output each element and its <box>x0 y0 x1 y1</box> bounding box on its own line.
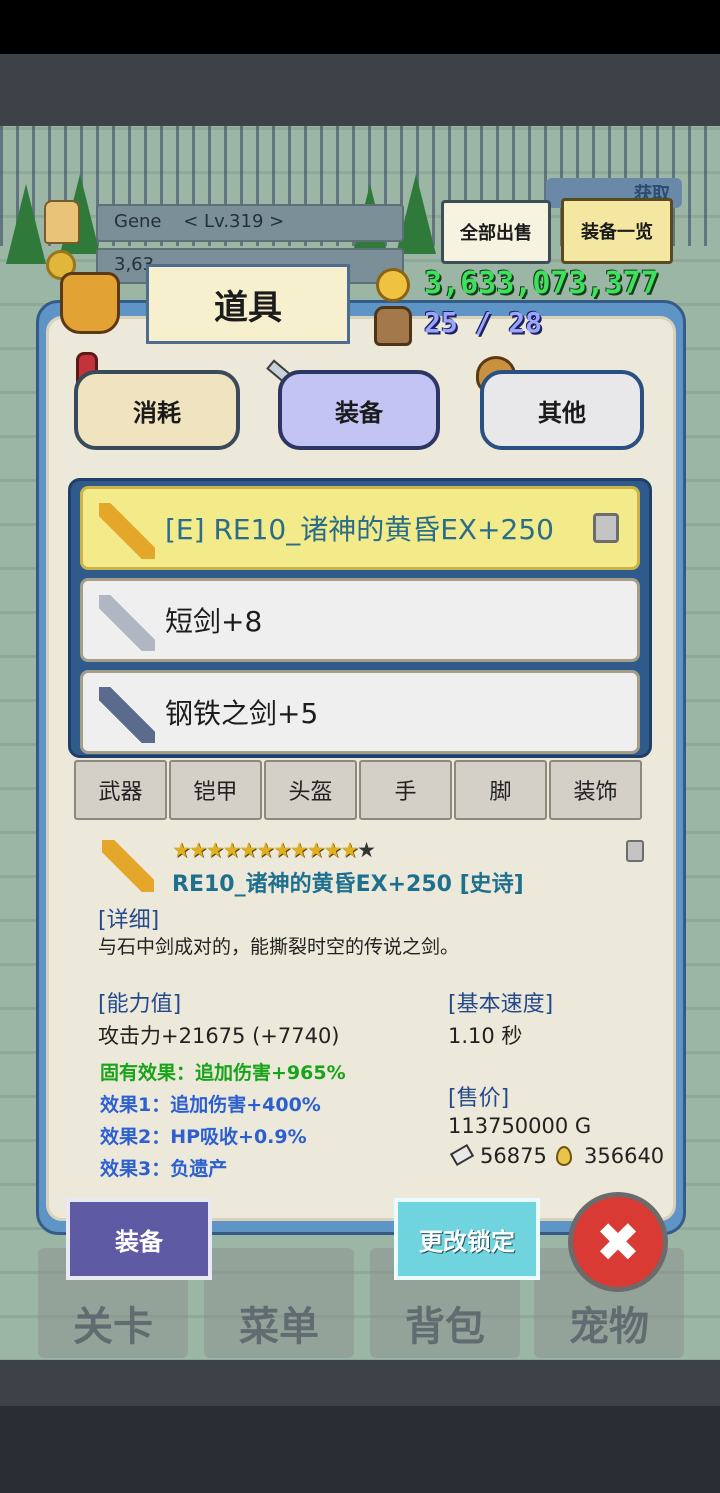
player-name: Gene <box>114 211 162 232</box>
filter-accessory[interactable]: 装饰 <box>549 760 642 820</box>
item-name: 钢铁之剑+5 <box>165 697 319 730</box>
detail-item-name: RE10_诸神的黄昏EX+250 [史诗] <box>172 872 524 897</box>
short-sword-icon <box>99 595 155 651</box>
steel-sword-icon <box>99 687 155 743</box>
detail-label: [详细] <box>98 908 160 933</box>
system-nav-bar <box>0 1406 720 1493</box>
item-description: 与石中剑成对的，能撕裂时空的传说之剑。 <box>98 936 460 958</box>
rarity-stars: ★★★★★★★★★★★★ <box>172 838 376 862</box>
panel-title: 道具 <box>146 264 350 344</box>
player-name-box: Gene < Lv.319 > <box>96 204 404 242</box>
category-other[interactable]: 其他 <box>480 370 644 450</box>
inherent-effect: 固有效果：追加伤害+965% <box>100 1062 346 1084</box>
speed-value: 1.10 秒 <box>448 1024 523 1048</box>
filter-armor[interactable]: 铠甲 <box>169 760 262 820</box>
golden-sword-icon <box>99 503 155 559</box>
price-value: 113750000 G <box>448 1114 592 1138</box>
stats-label: [能力值] <box>98 992 182 1017</box>
equip-list-button[interactable]: 装备一览 <box>561 198 673 264</box>
close-button[interactable]: ✖ <box>568 1192 668 1292</box>
speed-label: [基本速度] <box>448 992 554 1017</box>
nav-menu[interactable]: 菜单 <box>204 1248 354 1358</box>
filter-foot[interactable]: 脚 <box>454 760 547 820</box>
detail-lock-icon[interactable] <box>626 840 644 862</box>
filter-helmet[interactable]: 头盔 <box>264 760 357 820</box>
panel-gold: 3,633,073,377 <box>424 266 659 301</box>
price-label: [售价] <box>448 1086 510 1111</box>
equip-button[interactable]: 装备 <box>66 1198 212 1280</box>
lock-icon <box>593 513 619 543</box>
backpack-icon <box>374 306 412 346</box>
attack-value: 攻击力+21675 (+7740) <box>98 1024 340 1048</box>
star-empty: ★ <box>357 838 376 862</box>
item-name: 短剑+8 <box>165 605 263 638</box>
player-avatar[interactable] <box>44 200 80 244</box>
filter-weapon[interactable]: 武器 <box>74 760 167 820</box>
status-bar <box>0 0 720 54</box>
effect-2: 效果2：HP吸收+0.9% <box>100 1126 307 1148</box>
drop-icon <box>556 1146 572 1166</box>
effect-1: 效果1：追加伤害+400% <box>100 1094 321 1116</box>
item-name: [E] RE10_诸神的黄昏EX+250 <box>165 513 554 546</box>
bag-icon <box>60 272 120 334</box>
bag-count: 25 / 28 <box>424 306 543 339</box>
item-row[interactable]: 短剑+8 <box>80 578 640 662</box>
effect-3: 效果3：负遗产 <box>100 1158 228 1180</box>
change-lock-button[interactable]: 更改锁定 <box>394 1198 540 1280</box>
drop-count: 356640 <box>584 1144 665 1168</box>
category-equipment[interactable]: 装备 <box>278 370 440 450</box>
item-row-selected[interactable]: [E] RE10_诸神的黄昏EX+250 <box>80 486 640 570</box>
filter-hand[interactable]: 手 <box>359 760 452 820</box>
shard-count: 56875 <box>480 1144 547 1168</box>
category-consumable[interactable]: 消耗 <box>74 370 240 450</box>
player-level: < Lv.319 > <box>183 211 285 232</box>
detail-sword-icon <box>102 840 154 892</box>
stars-filled: ★★★★★★★★★★★ <box>172 838 359 862</box>
item-row[interactable]: 钢铁之剑+5 <box>80 670 640 754</box>
gold-coin-icon <box>376 268 410 302</box>
sell-all-button[interactable]: 全部出售 <box>441 200 551 264</box>
close-icon: ✖ <box>595 1210 641 1274</box>
